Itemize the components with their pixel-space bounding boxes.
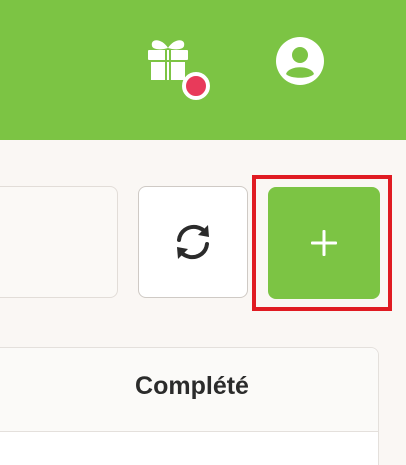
table-header: Complété [0, 348, 378, 432]
add-button[interactable] [268, 187, 380, 299]
main-content: Complété [0, 140, 406, 465]
refresh-icon [177, 224, 209, 260]
notification-dot [182, 72, 210, 100]
top-bar [0, 0, 406, 140]
refresh-button[interactable] [138, 186, 248, 298]
search-input[interactable] [0, 186, 118, 298]
user-menu-button[interactable] [275, 36, 325, 86]
column-header-completed[interactable]: Complété [71, 372, 313, 401]
data-table: Complété [0, 347, 379, 465]
gift-button[interactable] [144, 36, 214, 100]
gift-icon [148, 40, 188, 80]
plus-icon [311, 230, 337, 256]
user-circle-icon [276, 37, 324, 85]
